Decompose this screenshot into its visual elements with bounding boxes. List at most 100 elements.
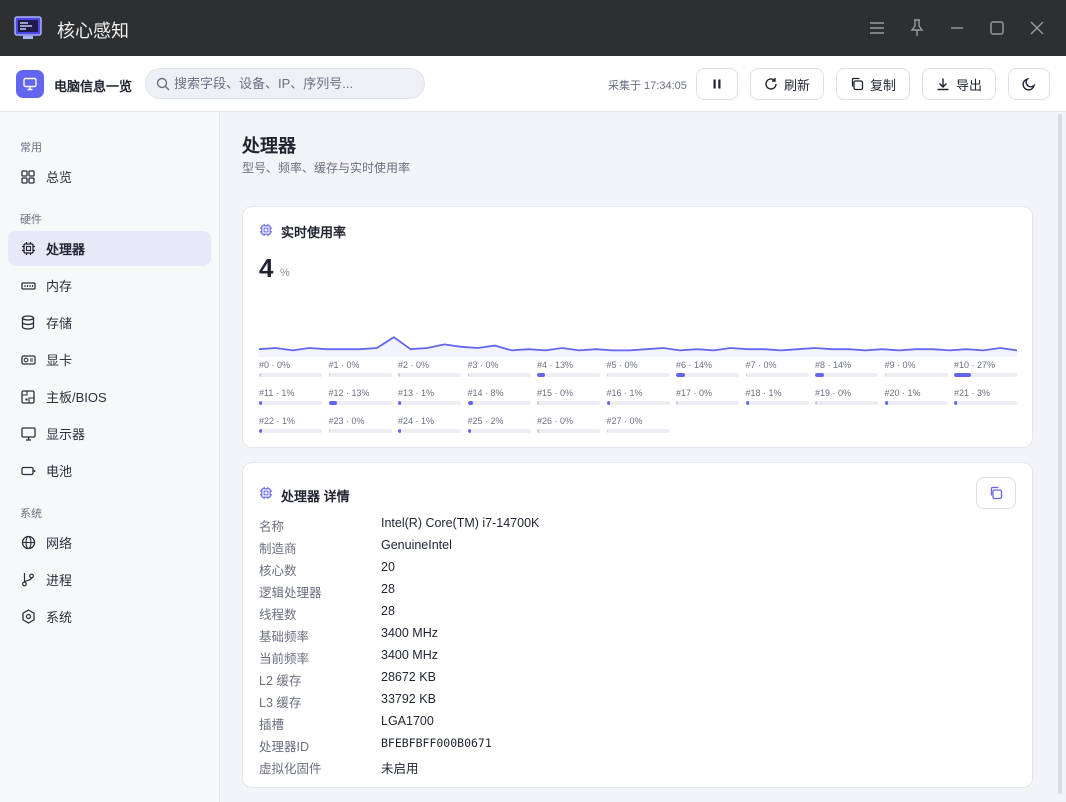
core-usage-item: #0 · 0% xyxy=(259,359,322,381)
core-bar-track xyxy=(398,401,461,405)
usage-unit: % xyxy=(280,267,290,279)
detail-key: 当前频率 xyxy=(259,652,310,666)
details-card: 处理器 详情 名称 Intel(R) Core(TM) i7-14700K 制造商 G… xyxy=(242,462,1033,788)
usage-value: 4 xyxy=(259,253,274,283)
menu-icon[interactable] xyxy=(868,19,886,37)
scrollbar[interactable] xyxy=(1058,114,1062,794)
sidebar-item-gpu[interactable]: 显卡 xyxy=(8,342,211,377)
detail-row: 名称 Intel(R) Core(TM) i7-14700K xyxy=(259,516,539,535)
theme-toggle-button[interactable] xyxy=(1008,68,1050,100)
core-usage-item: #20 · 1% xyxy=(884,387,948,409)
core-bar-track xyxy=(606,401,670,405)
core-label: #17 · 0% xyxy=(676,388,713,398)
usage-card-title: 实时使用率 xyxy=(281,225,347,240)
detail-value: BFEBFBFF000B0671 xyxy=(381,736,492,750)
board-icon xyxy=(20,389,36,405)
sidebar-item-battery[interactable]: 电池 xyxy=(8,453,211,488)
title-bar: 核心感知 xyxy=(0,0,1066,56)
core-bar-fill xyxy=(954,401,957,405)
core-label: #22 · 1% xyxy=(259,416,296,426)
sidebar-item-label: 主板/BIOS xyxy=(46,390,107,405)
core-bar-track xyxy=(954,401,1017,405)
core-bar-track xyxy=(815,373,878,377)
toolbar-title: 电脑信息一览 xyxy=(54,79,133,94)
download-icon xyxy=(937,78,949,91)
pause-icon xyxy=(713,79,721,89)
monitor-icon xyxy=(20,426,36,442)
core-bar-fill xyxy=(606,373,608,377)
maximize-icon[interactable] xyxy=(988,19,1006,37)
main-content: 处理器 型号、频率、缓存与实时使用率 实时使用率 4 % #0 · 0% #1 ·… xyxy=(220,112,1066,802)
grid-icon xyxy=(20,169,36,185)
core-usage-item: #16 · 1% xyxy=(606,387,670,409)
core-label: #11 · 1% xyxy=(259,388,295,398)
core-bar-track xyxy=(328,373,392,377)
copy-details-button[interactable] xyxy=(976,477,1016,509)
core-usage-item: #13 · 1% xyxy=(398,387,461,409)
copy-icon xyxy=(851,77,864,91)
sidebar: 常用 总览 硬件 处理器 内存 存储 显卡 主板/BIOS 显示器 电池 系统 … xyxy=(0,112,220,802)
refresh-button[interactable]: 刷新 xyxy=(750,68,824,100)
sidebar-item-storage[interactable]: 存储 xyxy=(8,305,211,340)
search-input[interactable] xyxy=(174,76,414,91)
core-bar-fill xyxy=(467,401,473,405)
detail-value: 28 xyxy=(381,604,395,618)
detail-value: 未启用 xyxy=(381,762,419,776)
core-bar-fill xyxy=(328,373,330,377)
search-box[interactable] xyxy=(145,68,425,99)
copy-button[interactable]: 复制 xyxy=(836,68,910,100)
memory-icon xyxy=(20,278,36,294)
detail-value: 33792 KB xyxy=(381,692,436,706)
sidebar-item-network[interactable]: 网络 xyxy=(8,525,211,560)
sidebar-item-label: 显卡 xyxy=(46,353,73,368)
cpu-icon xyxy=(259,223,273,237)
core-usage-item: #11 · 1% xyxy=(259,387,322,409)
core-usage-item: #26 · 0% xyxy=(537,415,600,437)
core-label: #7 · 0% xyxy=(745,360,777,370)
core-bar-fill xyxy=(537,373,546,377)
sidebar-item-cpu[interactable]: 处理器 xyxy=(8,231,211,266)
core-usage-item: #19 · 0% xyxy=(815,387,878,409)
core-bar-fill xyxy=(606,429,608,433)
detail-row: 制造商 GenuineIntel xyxy=(259,538,452,557)
core-label: #26 · 0% xyxy=(537,416,574,426)
refresh-icon xyxy=(765,78,777,90)
close-icon[interactable] xyxy=(1028,19,1046,37)
sidebar-item-overview[interactable]: 总览 xyxy=(8,159,211,194)
core-label: #5 · 0% xyxy=(606,360,638,370)
core-bar-fill xyxy=(676,401,678,405)
sidebar-item-label: 显示器 xyxy=(46,427,86,442)
sidebar-item-motherboard[interactable]: 主板/BIOS xyxy=(8,379,211,414)
core-bar-fill xyxy=(467,429,471,433)
core-usage-item: #6 · 14% xyxy=(676,359,739,381)
core-label: #12 · 13% xyxy=(328,388,370,398)
sidebar-item-system[interactable]: 系统 xyxy=(8,599,211,634)
core-usage-item: #15 · 0% xyxy=(537,387,600,409)
search-icon xyxy=(156,77,170,90)
core-bar-track xyxy=(537,401,600,405)
core-bar-track xyxy=(467,429,531,433)
core-usage-item: #22 · 1% xyxy=(259,415,322,437)
core-bar-track xyxy=(606,373,670,377)
core-bar-fill xyxy=(884,401,888,405)
core-bar-track xyxy=(815,401,878,405)
sidebar-item-processes[interactable]: 进程 xyxy=(8,562,211,597)
export-button[interactable]: 导出 xyxy=(922,68,996,100)
minimize-icon[interactable] xyxy=(948,19,966,37)
pause-button[interactable] xyxy=(696,68,738,100)
sidebar-item-display[interactable]: 显示器 xyxy=(8,416,211,451)
pin-icon[interactable] xyxy=(908,19,926,37)
core-label: #16 · 1% xyxy=(606,388,643,398)
sidebar-item-label: 进程 xyxy=(46,573,73,588)
detail-row: 线程数 28 xyxy=(259,604,395,623)
battery-icon xyxy=(20,463,36,479)
core-bar-fill xyxy=(398,373,400,377)
sidebar-item-memory[interactable]: 内存 xyxy=(8,268,211,303)
usage-sparkline xyxy=(259,336,1017,357)
core-bar-fill xyxy=(954,373,971,377)
core-usage-item: #2 · 0% xyxy=(398,359,461,381)
page-subtitle: 型号、频率、缓存与实时使用率 xyxy=(242,161,411,175)
core-usage-item: #9 · 0% xyxy=(884,359,948,381)
core-label: #15 · 0% xyxy=(537,388,574,398)
detail-value: GenuineIntel xyxy=(381,538,452,552)
